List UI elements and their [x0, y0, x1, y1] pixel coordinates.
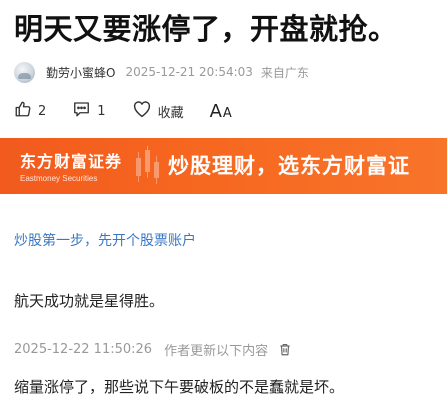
update-info: 2025-12-22 11:50:26 作者更新以下内容 [14, 340, 292, 359]
author-name[interactable]: 勤劳小蜜蜂O [46, 64, 115, 81]
favorite-label: 收藏 [157, 105, 184, 121]
comment-count: 1 [97, 103, 106, 119]
updated-paragraph: 缩量涨停了，那些说下午要破板的不是蠢就是坏。 [14, 378, 345, 396]
like-count: 2 [38, 103, 47, 119]
banner-slogan: 炒股理财，选东方财富证 [168, 154, 410, 178]
font-size-button[interactable]: A A [210, 101, 232, 122]
author-meta: 勤劳小蜜蜂O 2025-12-21 20:54:03 来自广东 [14, 60, 309, 84]
ad-banner[interactable]: 东方财富证券 Eastmoney Securities 炒股理财，选东方财富证 [0, 138, 447, 194]
article-title: 明天又要涨停了，开盘就抢。 [14, 12, 398, 46]
favorite-button[interactable]: 收藏 [132, 100, 184, 122]
post-location: 来自广东 [260, 65, 309, 80]
update-note: 作者更新以下内容 [164, 344, 269, 359]
action-bar: 2 1 收藏 A A [14, 100, 232, 122]
comment-icon [72, 100, 97, 122]
thumbs-up-icon [14, 100, 38, 122]
heart-icon [132, 100, 158, 122]
comment-button[interactable]: 1 [72, 100, 106, 122]
publish-time: 2025-12-21 20:54:03 [125, 65, 253, 79]
update-time: 2025-12-22 11:50:26 [14, 342, 153, 357]
font-size-large-glyph: A [209, 100, 222, 122]
font-size-small-glyph: A [222, 105, 232, 121]
eastmoney-logo: 东方财富证券 Eastmoney Securities [20, 148, 122, 183]
avatar[interactable] [14, 61, 35, 83]
candlestick-icon [136, 146, 159, 184]
open-account-link[interactable]: 炒股第一步，先开个股票账户 [14, 230, 196, 250]
like-button[interactable]: 2 [14, 100, 46, 122]
logo-chinese: 东方财富证券 [20, 152, 123, 171]
trash-icon[interactable] [278, 342, 292, 357]
post-paragraph: 航天成功就是星得胜。 [14, 292, 165, 310]
logo-english: Eastmoney Securities [20, 174, 98, 183]
